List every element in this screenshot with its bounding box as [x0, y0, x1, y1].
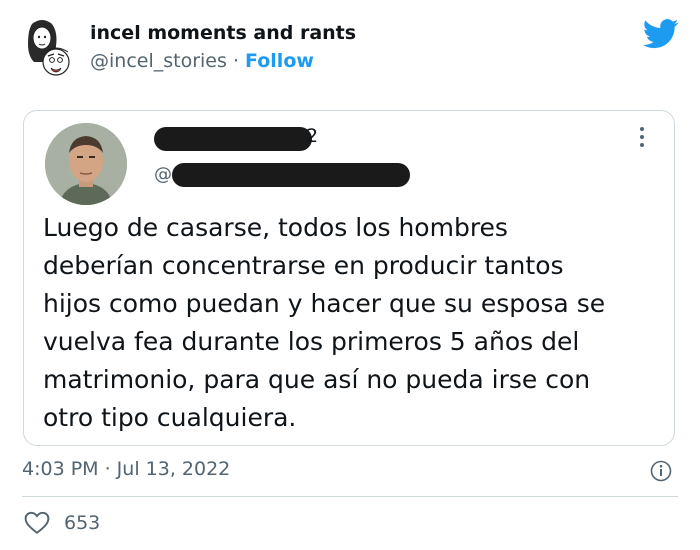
more-options-icon[interactable] — [636, 125, 648, 149]
quoted-name-suffix: 2 — [306, 125, 319, 147]
cartoon-avatar-icon[interactable] — [22, 18, 74, 80]
tweet-header: incel moments and rants @incel_stories ·… — [0, 0, 700, 100]
heart-icon[interactable] — [24, 511, 50, 535]
redacted-name-bar — [154, 127, 312, 151]
quoted-tweet-card[interactable]: 2 @ Luego de casarse, todos los hombres … — [23, 110, 675, 446]
author-handle[interactable]: @incel_stories — [90, 50, 227, 72]
divider — [22, 496, 678, 497]
author-display-name[interactable]: incel moments and rants — [90, 22, 356, 44]
like-count: 653 — [64, 512, 101, 534]
separator-dot: · — [232, 50, 246, 72]
follow-button[interactable]: Follow — [245, 50, 314, 72]
info-icon[interactable] — [650, 460, 672, 482]
tweet-timestamp[interactable]: 4:03 PM · Jul 13, 2022 — [22, 458, 230, 480]
author-handle-row: @incel_stories · Follow — [90, 50, 314, 72]
twitter-bird-icon[interactable] — [643, 18, 679, 50]
portrait-image — [45, 123, 127, 205]
quoted-tweet-text: Luego de casarse, todos los hombres debe… — [43, 213, 606, 432]
redacted-handle-bar — [172, 163, 410, 187]
quoted-avatar[interactable] — [45, 123, 127, 205]
quoted-at-sign: @ — [154, 164, 172, 185]
